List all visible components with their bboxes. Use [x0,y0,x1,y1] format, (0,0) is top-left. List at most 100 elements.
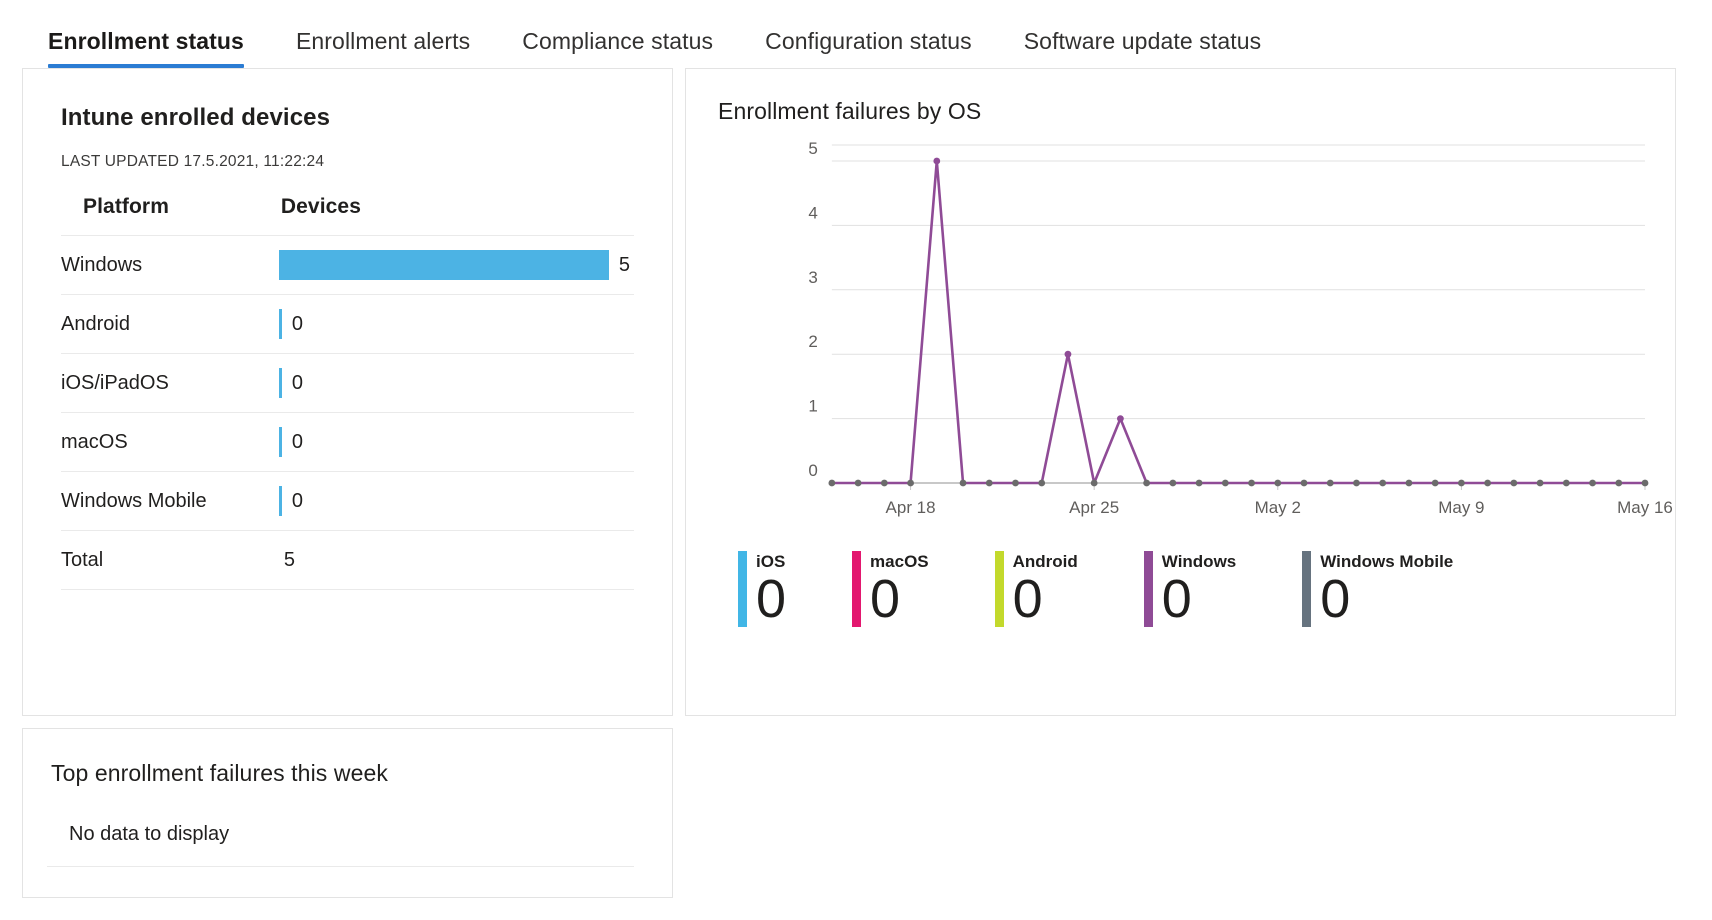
cell-devices: 0 [278,412,634,472]
cell-devices: 0 [278,294,634,354]
series-line-windows [832,161,1645,483]
legend-item[interactable]: macOS 0 [852,551,929,627]
chart-legend: iOS 0 macOS 0 Android 0 Windows 0 Windows Mobile… [714,551,1653,627]
table-row[interactable]: macOS 0 [61,412,634,472]
tab-software-update-status[interactable]: Software update status [998,28,1287,68]
no-data-message: No data to display [47,787,634,867]
data-point-marker[interactable] [1536,479,1544,487]
legend-color-swatch [994,551,1004,627]
device-count-bar-wrap: 0 [278,427,634,457]
y-axis-tick-label: 2 [808,332,817,351]
total-value: 5 [283,548,295,571]
cell-devices: 5 [278,235,634,295]
tab-enrollment-alerts[interactable]: Enrollment alerts [270,28,496,68]
legend-color-swatch [852,551,862,627]
data-point-marker[interactable] [907,479,914,487]
cell-total-value: 5 [278,530,634,590]
legend-text: Android 0 [1013,551,1078,627]
devices-table-body: Windows 5 Android 0 iOS/iPadOS 0 macOS 0 Windows… [61,235,634,590]
legend-value: 0 [756,569,787,629]
data-point-marker[interactable] [959,479,967,487]
table-header-row: Platform Devices [61,185,634,236]
data-point-marker[interactable] [1615,479,1623,487]
left-column: Intune enrolled devices LAST UPDATED 17.… [22,68,673,898]
tab-bar: Enrollment status Enrollment alerts Comp… [0,0,1712,68]
data-point-marker[interactable] [828,479,836,487]
legend-text: Windows Mobile 0 [1320,551,1453,627]
legend-item[interactable]: iOS 0 [738,551,786,627]
legend-item[interactable]: Android 0 [994,551,1078,627]
data-point-marker[interactable] [1379,479,1387,487]
devices-table: Platform Devices Windows 5 Android 0 iOS/iPa… [61,185,634,590]
data-point-marker[interactable] [1143,479,1151,487]
y-axis-tick-label: 4 [808,203,817,222]
table-row[interactable]: Android 0 [61,294,634,354]
data-point-marker[interactable] [1274,479,1282,487]
legend-item[interactable]: Windows 0 [1143,551,1236,629]
data-point-marker[interactable] [933,157,941,165]
data-point-marker[interactable] [1510,479,1518,487]
device-count-bar-wrap: 0 [278,368,634,398]
data-point-marker[interactable] [1326,479,1334,487]
cell-platform: Windows Mobile [61,471,279,531]
dashboard-board: Intune enrolled devices LAST UPDATED 17.… [0,68,1712,898]
tab-compliance-status[interactable]: Compliance status [496,28,739,68]
line-chart-svg: 0 1 2 3 4 5 Apr 18 Apr 25 May 2 May 9 May 16 [808,139,1672,517]
cell-total-label: Total [61,530,279,590]
data-point-marker[interactable] [1169,479,1177,487]
data-point-marker[interactable] [880,479,888,487]
last-updated-text: LAST UPDATED 17.5.2021, 11:22:24 [61,153,325,170]
table-row[interactable]: Windows Mobile 0 [61,471,634,531]
data-point-marker[interactable] [1641,479,1649,487]
cell-devices: 0 [278,471,634,531]
data-point-marker[interactable] [1562,479,1570,487]
tab-enrollment-status[interactable]: Enrollment status [22,28,270,68]
device-count-value: 0 [291,489,303,512]
intune-enrolled-devices-card: Intune enrolled devices LAST UPDATED 17.… [22,68,673,716]
device-count-bar [278,427,282,457]
legend-value: 0 [1161,569,1192,629]
x-axis-tick-label: May 2 [1255,498,1301,517]
device-count-value: 5 [618,253,630,276]
legend-text: iOS 0 [756,551,786,627]
chart-title: Enrollment failures by OS [718,98,982,124]
top-enrollment-failures-title: Top enrollment failures this week [51,760,388,786]
data-point-marker[interactable] [985,479,993,487]
device-count-value: 0 [291,371,303,394]
legend-color-swatch [1143,551,1153,627]
data-point-marker[interactable] [1117,415,1124,422]
data-point-marker[interactable] [1248,479,1255,487]
data-point-marker[interactable] [1038,479,1046,487]
x-axis-tick-label: May 16 [1617,498,1673,517]
legend-value: 0 [1012,569,1043,629]
data-point-marker[interactable] [1012,479,1019,487]
data-point-marker[interactable] [1589,479,1596,487]
device-count-bar [278,486,282,516]
data-point-marker[interactable] [1090,479,1098,487]
table-row[interactable]: Windows 5 [61,235,634,295]
data-point-marker[interactable] [1195,479,1203,487]
tab-configuration-status[interactable]: Configuration status [739,28,998,68]
legend-value: 0 [1320,569,1351,629]
legend-item[interactable]: Windows Mobile 0 [1302,551,1453,627]
chart-plot-area: 0 1 2 3 4 5 Apr 18 Apr 25 May 2 May 9 May 16 [714,139,1672,541]
data-point-marker[interactable] [1353,479,1360,487]
y-axis-tick-label: 3 [808,268,817,287]
cell-devices: 0 [278,353,634,413]
table-row[interactable]: iOS/iPadOS 0 [61,353,634,413]
data-point-marker[interactable] [1484,479,1492,487]
data-point-marker[interactable] [1221,479,1229,487]
legend-color-swatch [738,551,747,627]
top-enrollment-failures-card: Top enrollment failures this week No dat… [22,728,673,898]
device-count-bar [278,368,282,398]
data-point-marker[interactable] [1458,479,1465,487]
device-count-value: 0 [291,430,303,453]
data-point-marker[interactable] [1405,479,1413,487]
device-count-bar [278,250,609,280]
device-count-bar-wrap: 5 [278,250,634,280]
data-point-marker[interactable] [1300,479,1308,487]
data-point-marker[interactable] [1064,350,1072,358]
y-axis-tick-label: 0 [808,461,817,480]
data-point-marker[interactable] [1431,479,1439,487]
data-point-marker[interactable] [854,479,862,487]
